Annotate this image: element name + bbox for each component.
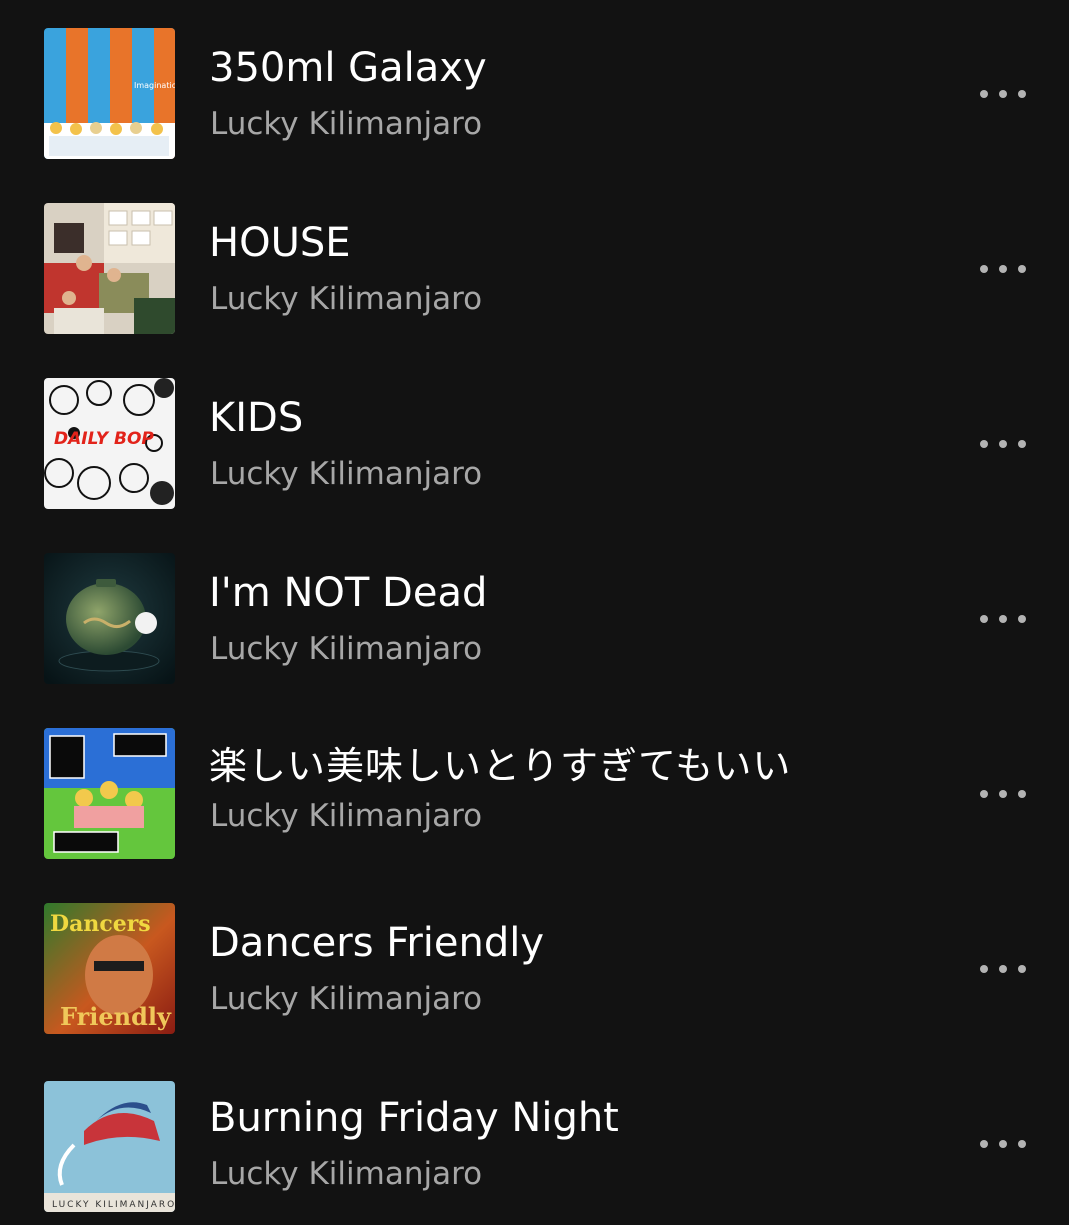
track-title: I'm NOT Dead [209, 570, 488, 616]
album-cover-house [44, 203, 175, 334]
album-art-image [44, 728, 175, 859]
cover-text-top: Dancers [50, 911, 151, 937]
more-options-button[interactable] [968, 1122, 1038, 1166]
track-title: KIDS [209, 395, 304, 441]
more-horizontal-icon [980, 265, 1026, 273]
album-art-image: Imagination [44, 28, 175, 159]
more-horizontal-icon [980, 90, 1026, 98]
album-cover-im-not-dead [44, 553, 175, 684]
track-title: 楽しい美味しいとりすぎてもいい [209, 744, 792, 788]
cover-text: DAILY BOP [54, 429, 154, 449]
track-row-350ml-galaxy[interactable]: Imagination 350ml Galaxy Lucky Kilimanja… [0, 0, 1069, 175]
more-horizontal-icon [980, 615, 1026, 623]
track-list: Imagination 350ml Galaxy Lucky Kilimanja… [0, 0, 1069, 1212]
more-options-button[interactable] [968, 772, 1038, 816]
more-options-button[interactable] [968, 597, 1038, 641]
album-cover-daily-bop: DAILY BOP [44, 378, 175, 509]
track-artist: Lucky Kilimanjaro [210, 106, 483, 142]
track-row-burning-friday-night[interactable]: LUCKY KILIMANJARO Burning Friday Night L… [0, 1050, 1069, 1225]
track-artist: Lucky Kilimanjaro [210, 631, 483, 667]
track-artist: Lucky Kilimanjaro [210, 456, 483, 492]
album-art-image: LUCKY KILIMANJARO [44, 1081, 175, 1212]
more-options-button[interactable] [968, 422, 1038, 466]
more-options-button[interactable] [968, 72, 1038, 116]
track-row-tanoshii[interactable]: 楽しい美味しいとりすぎてもいい Lucky Kilimanjaro [0, 700, 1069, 875]
track-title: Burning Friday Night [209, 1095, 619, 1141]
cover-text-bottom: Friendly [60, 1002, 172, 1031]
cover-text: Imagination [134, 81, 175, 90]
track-artist: Lucky Kilimanjaro [210, 1156, 483, 1192]
track-artist: Lucky Kilimanjaro [210, 981, 483, 1017]
more-horizontal-icon [980, 440, 1026, 448]
album-cover-burning-friday-night: LUCKY KILIMANJARO [44, 1081, 175, 1212]
track-row-house[interactable]: HOUSE Lucky Kilimanjaro [0, 175, 1069, 350]
more-horizontal-icon [980, 1140, 1026, 1148]
album-art-image: DAILY BOP [44, 378, 175, 509]
track-title: Dancers Friendly [209, 920, 545, 966]
album-cover-tanoshii [44, 728, 175, 859]
track-title: 350ml Galaxy [209, 45, 487, 91]
album-cover-dancers-friendly: Dancers Friendly [44, 903, 175, 1034]
more-horizontal-icon [980, 790, 1026, 798]
track-row-im-not-dead[interactable]: I'm NOT Dead Lucky Kilimanjaro [0, 525, 1069, 700]
album-art-image [44, 553, 175, 684]
track-row-dancers-friendly[interactable]: Dancers Friendly Dancers Friendly Lucky … [0, 875, 1069, 1050]
more-options-button[interactable] [968, 247, 1038, 291]
track-artist: Lucky Kilimanjaro [210, 281, 483, 317]
more-options-button[interactable] [968, 947, 1038, 991]
track-row-kids[interactable]: DAILY BOP KIDS Lucky Kilimanjaro [0, 350, 1069, 525]
track-artist: Lucky Kilimanjaro [210, 798, 483, 834]
track-title: HOUSE [209, 220, 351, 266]
album-cover-imagination: Imagination [44, 28, 175, 159]
more-horizontal-icon [980, 965, 1026, 973]
album-art-image [44, 203, 175, 334]
cover-text: LUCKY KILIMANJARO [52, 1200, 175, 1210]
album-art-image: Dancers Friendly [44, 903, 175, 1034]
